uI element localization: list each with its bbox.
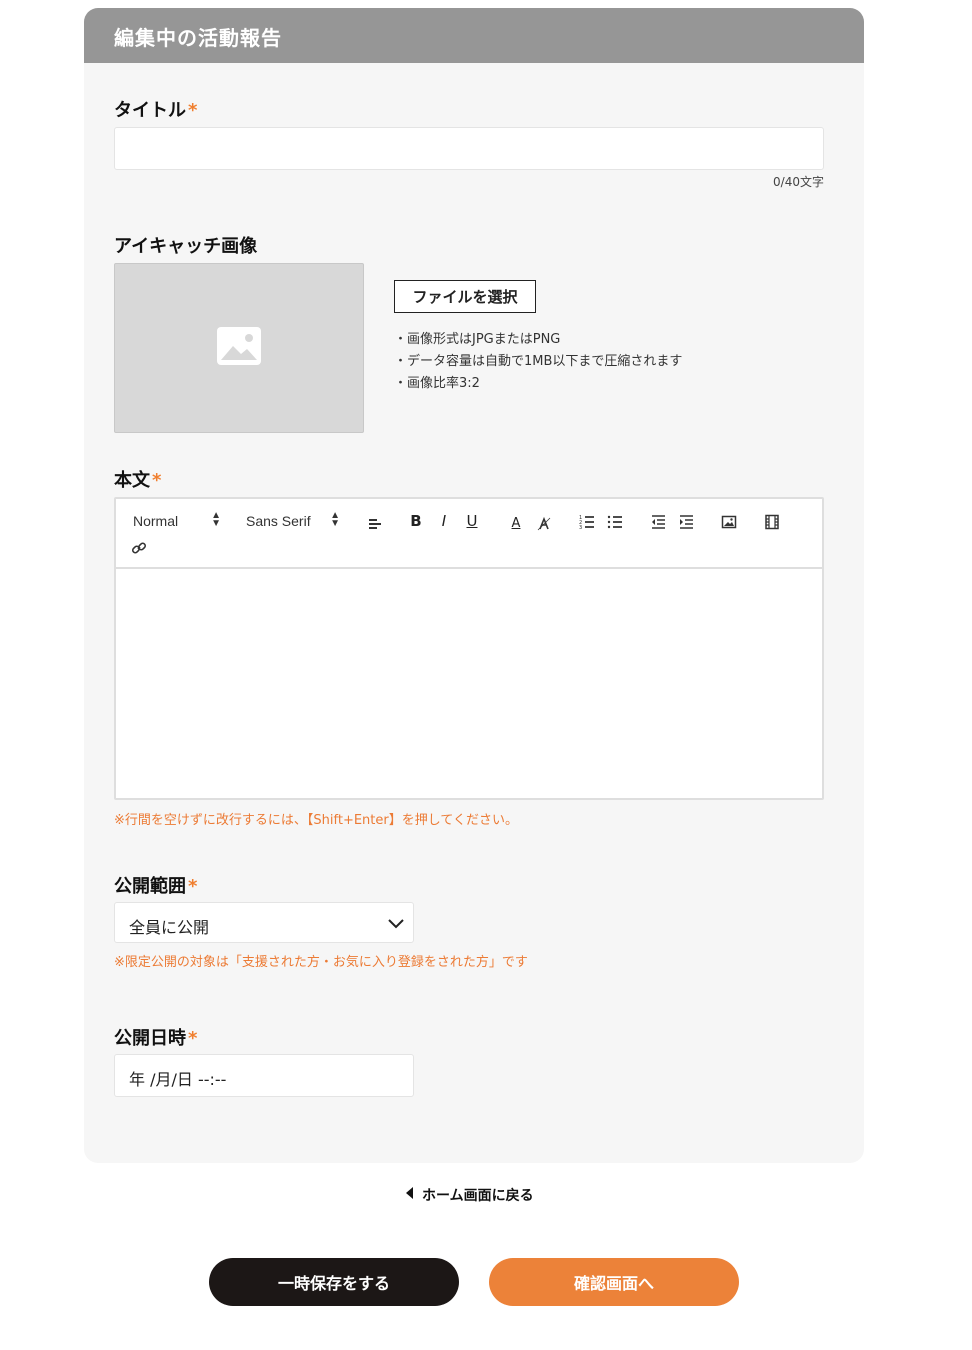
required-mark: * xyxy=(188,876,198,897)
italic-icon[interactable]: I xyxy=(435,512,453,530)
visibility-select[interactable]: 全員に公開 xyxy=(114,902,414,943)
updown-icon: ▲ ▼ xyxy=(211,510,221,529)
link-icon[interactable] xyxy=(130,539,148,557)
image-placeholder-icon xyxy=(216,326,262,370)
required-mark: * xyxy=(188,100,198,121)
rich-text-editor: Normal ▲ ▼ Sans Serif ▲ ▼ B I U A 123 xyxy=(114,497,824,800)
note-item: ・画像比率3:2 xyxy=(394,376,480,391)
note-item: ・画像形式はJPGまたはPNG xyxy=(394,332,561,347)
indent-icon[interactable] xyxy=(677,513,695,531)
text-color-icon[interactable]: A xyxy=(507,514,525,532)
eyecatch-notes: ・画像形式はJPGまたはPNG ・データ容量は自動で1MB以下まで圧縮されます … xyxy=(394,329,682,395)
eyecatch-image-placeholder xyxy=(114,263,364,433)
select-file-button[interactable]: ファイルを選択 xyxy=(394,280,536,313)
chevron-down-icon xyxy=(387,915,405,934)
font-picker[interactable]: Sans Serif ▲ ▼ xyxy=(246,510,340,530)
outdent-icon[interactable] xyxy=(649,513,667,531)
report-edit-card: 編集中の活動報告 タイトル * 0/40文字 アイキャッチ画像 ファイルを選択 ・… xyxy=(84,8,864,1163)
bold-icon[interactable]: B xyxy=(407,512,425,530)
page-title: 編集中の活動報告 xyxy=(114,26,282,50)
body-hint: ※行間を空けずに改行するには、【Shift+Enter】を押してください。 xyxy=(114,813,518,828)
required-mark: * xyxy=(152,470,162,491)
background-color-icon[interactable] xyxy=(535,515,553,533)
note-item: ・データ容量は自動で1MB以下まで圧縮されます xyxy=(394,354,683,369)
caret-left-icon xyxy=(404,1186,414,1204)
confirm-screen-button[interactable]: 確認画面へ xyxy=(489,1258,739,1306)
save-draft-button[interactable]: 一時保存をする xyxy=(209,1258,459,1306)
size-picker[interactable]: Normal ▲ ▼ xyxy=(133,510,221,530)
title-input[interactable] xyxy=(114,127,824,170)
editor-toolbar: Normal ▲ ▼ Sans Serif ▲ ▼ B I U A 123 xyxy=(116,499,822,569)
updown-icon: ▲ ▼ xyxy=(330,510,340,529)
back-to-home-link[interactable]: ホーム画面に戻る xyxy=(404,1185,534,1205)
title-char-counter: 0/40文字 xyxy=(773,175,824,189)
editor-content-area[interactable] xyxy=(116,569,822,798)
visibility-note: ※限定公開の対象は「支援された方・お気に入り登録をされた方」です xyxy=(114,955,528,970)
required-mark: * xyxy=(188,1028,198,1049)
align-icon[interactable] xyxy=(366,515,384,533)
underline-icon[interactable]: U xyxy=(463,512,481,530)
title-label: タイトル * xyxy=(114,100,198,121)
body-label: 本文 * xyxy=(114,470,162,491)
insert-video-icon[interactable] xyxy=(763,513,781,531)
bullet-list-icon[interactable] xyxy=(606,513,624,531)
eyecatch-label: アイキャッチ画像 xyxy=(114,236,258,257)
ordered-list-icon[interactable]: 123 xyxy=(578,513,596,531)
insert-image-icon[interactable] xyxy=(720,513,738,531)
card-header: 編集中の活動報告 xyxy=(84,8,864,63)
publish-date-label: 公開日時 * xyxy=(114,1028,198,1049)
publish-datetime-input[interactable]: 年 /月/日 --:-- xyxy=(114,1054,414,1097)
svg-text:3: 3 xyxy=(579,525,582,530)
visibility-label: 公開範囲 * xyxy=(114,876,198,897)
